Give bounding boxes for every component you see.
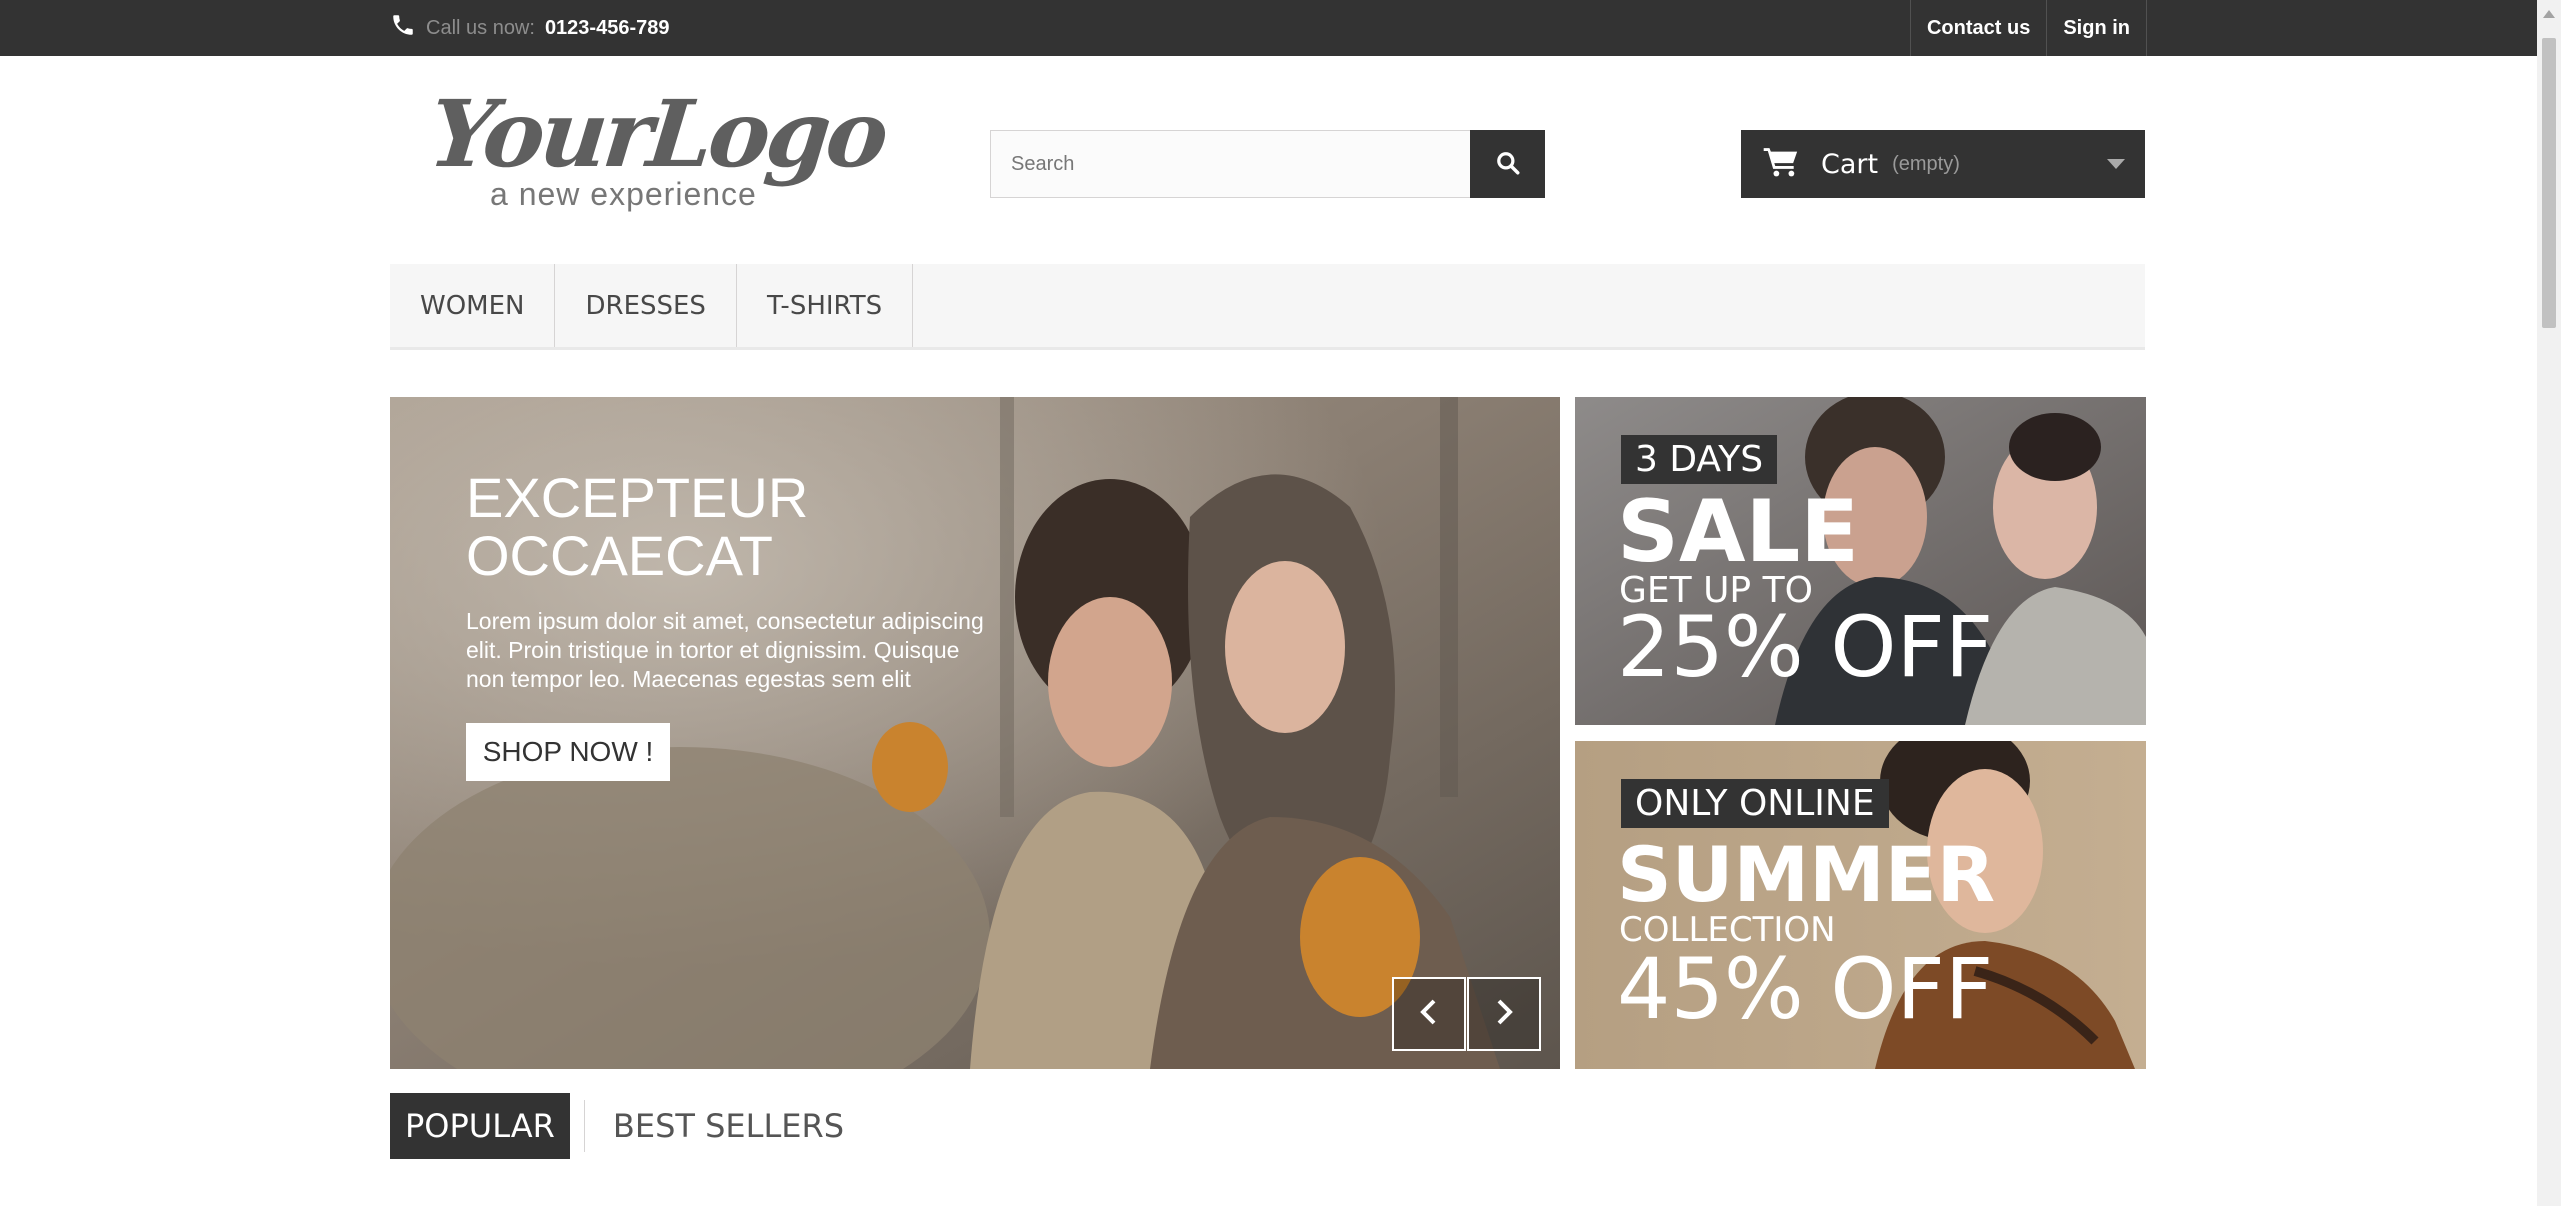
search-input[interactable]: [990, 130, 1470, 198]
menu-item-women[interactable]: Women: [390, 264, 556, 347]
slider-prev-button[interactable]: [1392, 977, 1466, 1051]
banner2-offer: 45% OFF: [1617, 940, 1994, 1038]
call-info: Call us now: 0123-456-789: [390, 10, 670, 46]
product-tabs: POPULAR BEST SELLERS: [390, 1093, 844, 1159]
sign-in-link[interactable]: Sign in: [2046, 0, 2147, 56]
slide-title-line1: EXCEPTEUR: [466, 466, 809, 529]
tab-best-sellers[interactable]: BEST SELLERS: [613, 1107, 844, 1145]
menu-item-dresses[interactable]: Dresses: [555, 264, 737, 347]
phone-number: 0123-456-789: [544, 16, 670, 39]
banner1-offer: 25% OFF: [1617, 598, 1994, 696]
banner1-tag: 3 DAYS: [1621, 435, 1778, 484]
chevron-down-icon: [2107, 159, 2125, 169]
logo-tagline: a new experience: [490, 176, 757, 212]
shop-now-button[interactable]: SHOP NOW !: [466, 723, 670, 781]
cart-label: Cart: [1821, 148, 1879, 180]
tab-divider: [583, 1100, 585, 1152]
search-button[interactable]: [1470, 130, 1545, 198]
site-logo[interactable]: YourLogo a new experience: [420, 80, 890, 230]
chevron-left-icon: [1417, 997, 1441, 1032]
banner2-tag: ONLY ONLINE: [1621, 779, 1889, 828]
phone-icon: [390, 12, 416, 44]
slide-title: EXCEPTEUR OCCAECAT: [466, 469, 986, 585]
scroll-thumb[interactable]: [2542, 38, 2556, 328]
top-links: Contact us Sign in: [1909, 0, 2147, 56]
promo-banner-summer[interactable]: ONLY ONLINE SUMMER COLLECTION 45% OFF: [1575, 741, 2146, 1069]
logo-text: YourLogo: [424, 80, 890, 188]
promo-banner-sale[interactable]: 3 DAYS SALE GET UP TO 25% OFF: [1575, 397, 2146, 725]
home-slider: EXCEPTEUR OCCAECAT Lorem ipsum dolor sit…: [390, 397, 1560, 1069]
cart-status: (empty): [1892, 152, 1960, 175]
menu-item-tshirts[interactable]: T-shirts: [737, 264, 914, 347]
scroll-up-icon[interactable]: [2543, 10, 2555, 18]
banner2-headline: SUMMER: [1617, 830, 1996, 919]
page-scrollbar[interactable]: [2537, 0, 2561, 1206]
cart-button[interactable]: Cart (empty): [1741, 130, 2145, 198]
main-menu: Women Dresses T-shirts: [390, 264, 2145, 350]
cart-icon: [1763, 147, 1799, 182]
slider-next-button[interactable]: [1467, 977, 1541, 1051]
search-form: [990, 130, 1545, 198]
top-bar: Call us now: 0123-456-789 Contact us Sig…: [0, 0, 2561, 56]
tab-popular[interactable]: POPULAR: [390, 1093, 570, 1159]
banner1-headline: SALE: [1617, 482, 1860, 582]
slide-title-line2: OCCAECAT: [466, 524, 773, 587]
slide-description: Lorem ipsum dolor sit amet, consectetur …: [466, 608, 984, 692]
chevron-right-icon: [1492, 997, 1516, 1032]
slide-caption: EXCEPTEUR OCCAECAT Lorem ipsum dolor sit…: [466, 469, 986, 694]
search-icon: [1495, 150, 1521, 179]
call-label: Call us now:: [426, 16, 535, 39]
contact-us-link[interactable]: Contact us: [1909, 0, 2046, 56]
